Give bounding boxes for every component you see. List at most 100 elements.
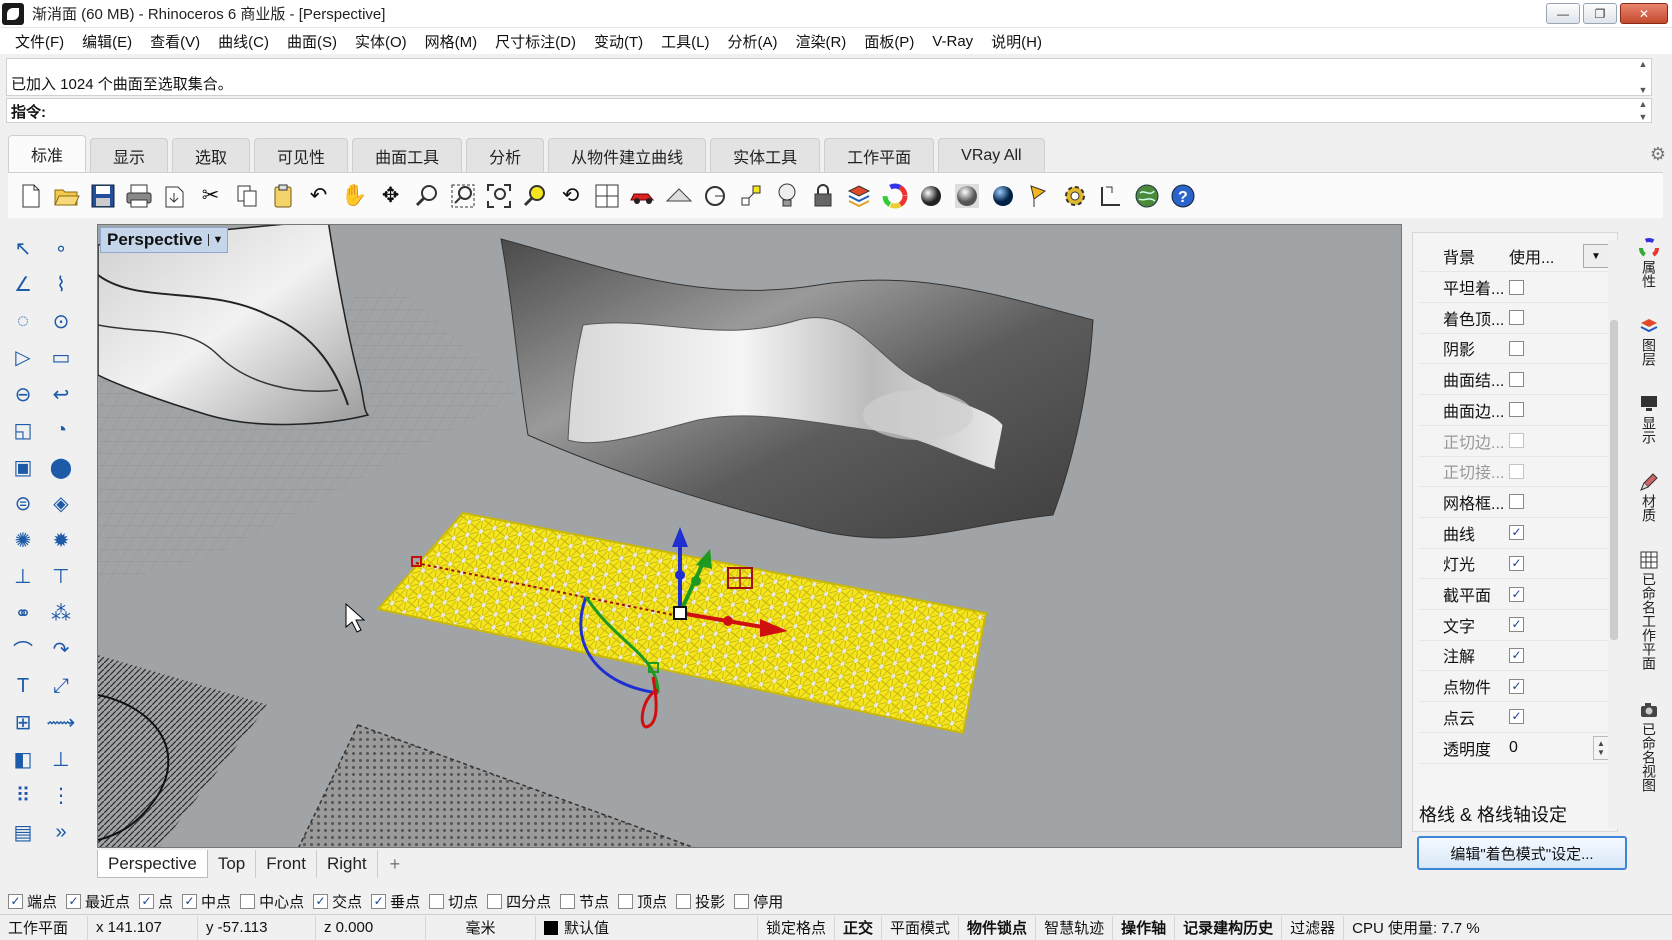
pan-icon[interactable]: ✋ bbox=[338, 179, 371, 212]
display-option-checkbox[interactable]: ✓ bbox=[1509, 555, 1524, 571]
record-history-toggle[interactable]: 记录建构历史 bbox=[1175, 915, 1283, 940]
tab-standard[interactable]: 标准 bbox=[8, 135, 87, 172]
globe-icon[interactable] bbox=[1130, 179, 1163, 212]
command-prompt[interactable]: 指令: ▲ ▼ bbox=[6, 98, 1652, 123]
display-option-checkbox[interactable] bbox=[1509, 371, 1524, 387]
menu-dimension[interactable]: 尺寸标注(D) bbox=[486, 31, 585, 52]
osnap-item[interactable]: ✓ 交点 bbox=[313, 891, 362, 912]
print-icon[interactable] bbox=[122, 179, 155, 212]
osnap-item[interactable]: ✓ 点 bbox=[139, 891, 173, 912]
side-tab-named-views[interactable]: 已命名视图 bbox=[1634, 700, 1664, 792]
menu-help[interactable]: 说明(H) bbox=[982, 31, 1051, 52]
mesh-plane-icon[interactable]: ◈ bbox=[42, 486, 80, 523]
osnap-checkbox[interactable] bbox=[240, 893, 256, 909]
tab-display[interactable]: 显示 bbox=[90, 138, 169, 172]
gear-icon[interactable] bbox=[1058, 179, 1091, 212]
tab-right[interactable]: Right bbox=[317, 850, 378, 878]
menu-transform[interactable]: 变动(T) bbox=[585, 31, 652, 52]
select-arrow-icon[interactable]: ↖ bbox=[4, 230, 42, 267]
gear-icon[interactable]: ⚙ bbox=[1650, 144, 1666, 165]
osnap-checkbox[interactable]: ✓ bbox=[8, 893, 23, 909]
osnap-checkbox[interactable]: ✓ bbox=[313, 893, 329, 909]
block-tool-icon[interactable]: ◧ bbox=[4, 741, 42, 778]
osnap-checkbox[interactable] bbox=[560, 893, 576, 909]
history-tool-icon[interactable]: ⋮ bbox=[42, 778, 80, 815]
four-views-icon[interactable] bbox=[590, 179, 623, 212]
display-option-checkbox[interactable] bbox=[1509, 463, 1524, 479]
minimize-button[interactable]: — bbox=[1546, 3, 1580, 24]
menu-solid[interactable]: 实体(O) bbox=[346, 31, 416, 52]
cylinder-icon[interactable]: ⊜ bbox=[4, 486, 42, 523]
import-icon[interactable] bbox=[158, 179, 191, 212]
curve-from-object-icon[interactable]: ⌒ bbox=[4, 632, 42, 669]
text-tool-icon[interactable]: T bbox=[4, 668, 42, 705]
menu-surface[interactable]: 曲面(S) bbox=[278, 31, 346, 52]
render-sphere-icon[interactable] bbox=[986, 179, 1019, 212]
display-option-checkbox[interactable] bbox=[1509, 402, 1524, 418]
ortho-toggle[interactable]: 正交 bbox=[835, 915, 883, 940]
gear-settings-icon[interactable]: ✺ bbox=[4, 522, 42, 559]
help-icon[interactable]: ? bbox=[1166, 179, 1199, 212]
display-option-checkbox[interactable] bbox=[1509, 279, 1524, 295]
osnap-item[interactable]: 节点 bbox=[560, 891, 609, 912]
save-icon[interactable] bbox=[86, 179, 119, 212]
rhino-app-icon[interactable] bbox=[2, 2, 24, 25]
menu-mesh[interactable]: 网格(M) bbox=[416, 31, 487, 52]
osnap-item[interactable]: ✓ 垂点 bbox=[371, 891, 420, 912]
chevron-down-icon[interactable]: ▼ bbox=[1583, 244, 1609, 268]
grid-snap-toggle[interactable]: 锁定格点 bbox=[758, 915, 836, 940]
tab-front[interactable]: Front bbox=[256, 850, 317, 878]
display-option-checkbox[interactable]: ✓ bbox=[1509, 709, 1524, 725]
tab-cplanes[interactable]: 工作平面 bbox=[824, 138, 935, 172]
render-tool-icon[interactable]: ▤ bbox=[4, 814, 42, 851]
menu-panels[interactable]: 面板(P) bbox=[855, 31, 923, 52]
side-tab-materials[interactable]: 材质 bbox=[1634, 472, 1664, 522]
add-viewport-button[interactable]: + bbox=[378, 854, 413, 875]
perspective-viewport[interactable]: Perspective ▼ bbox=[97, 224, 1402, 848]
tab-visibility[interactable]: 可见性 bbox=[254, 138, 349, 172]
osnap-item[interactable]: 顶点 bbox=[618, 891, 667, 912]
color-wheel-icon[interactable] bbox=[878, 179, 911, 212]
copy-icon[interactable] bbox=[230, 179, 263, 212]
osnap-item[interactable]: 停用 bbox=[734, 891, 783, 912]
flag-icon[interactable] bbox=[1022, 179, 1055, 212]
filter-button[interactable]: 过滤器 bbox=[1282, 915, 1345, 940]
display-option-checkbox[interactable]: ✓ bbox=[1509, 617, 1524, 633]
tab-surface-tools[interactable]: 曲面工具 bbox=[352, 138, 463, 172]
more-tools-icon[interactable]: » bbox=[42, 814, 80, 851]
side-tab-layers[interactable]: 图层 bbox=[1634, 316, 1664, 366]
menu-view[interactable]: 查看(V) bbox=[141, 31, 209, 52]
dimension-icon[interactable] bbox=[1094, 179, 1127, 212]
tab-curve-from-object[interactable]: 从物件建立曲线 bbox=[548, 138, 707, 172]
menu-tools[interactable]: 工具(L) bbox=[652, 31, 718, 52]
polygon-tool-icon[interactable]: ▷ bbox=[4, 340, 42, 377]
new-file-icon[interactable] bbox=[14, 179, 47, 212]
osnap-checkbox[interactable]: ✓ bbox=[182, 893, 198, 909]
group-icon[interactable]: ⁂ bbox=[42, 595, 80, 632]
tab-select[interactable]: 选取 bbox=[172, 138, 251, 172]
restore-button[interactable]: ❐ bbox=[1583, 3, 1617, 24]
osnap-checkbox[interactable]: ✓ bbox=[371, 893, 387, 909]
undo-icon[interactable]: ↶ bbox=[302, 179, 335, 212]
fillet-curve-icon[interactable]: ↩ bbox=[42, 376, 80, 413]
osnap-item[interactable]: ✓ 中点 bbox=[182, 891, 231, 912]
background-select[interactable]: 使用... ▼ bbox=[1503, 244, 1609, 268]
osnap-checkbox[interactable]: ✓ bbox=[66, 893, 82, 909]
layer-icon[interactable] bbox=[842, 179, 875, 212]
osnap-checkbox[interactable] bbox=[429, 893, 445, 909]
menu-curve[interactable]: 曲线(C) bbox=[209, 31, 278, 52]
circle-icon[interactable] bbox=[698, 179, 731, 212]
sphere-icon[interactable] bbox=[914, 179, 947, 212]
zoom-icon[interactable] bbox=[410, 179, 443, 212]
smarttrack-toggle[interactable]: 智慧轨迹 bbox=[1036, 915, 1114, 940]
tab-vray-all[interactable]: VRay All bbox=[938, 138, 1045, 172]
array-grid-icon[interactable]: ⠿ bbox=[4, 778, 42, 815]
side-tab-display[interactable]: 显示 bbox=[1634, 394, 1664, 444]
sweep-surface-icon[interactable]: ◔ bbox=[42, 413, 80, 450]
zoom-extents-icon[interactable] bbox=[482, 179, 515, 212]
menu-render[interactable]: 渲染(R) bbox=[786, 31, 855, 52]
rotate-view-icon[interactable]: ✥ bbox=[374, 179, 407, 212]
side-tab-properties[interactable]: 属性 bbox=[1634, 238, 1664, 288]
scale-tool-icon[interactable]: ⤢ bbox=[42, 668, 80, 705]
viewport-title-menu[interactable]: Perspective ▼ bbox=[100, 227, 229, 253]
